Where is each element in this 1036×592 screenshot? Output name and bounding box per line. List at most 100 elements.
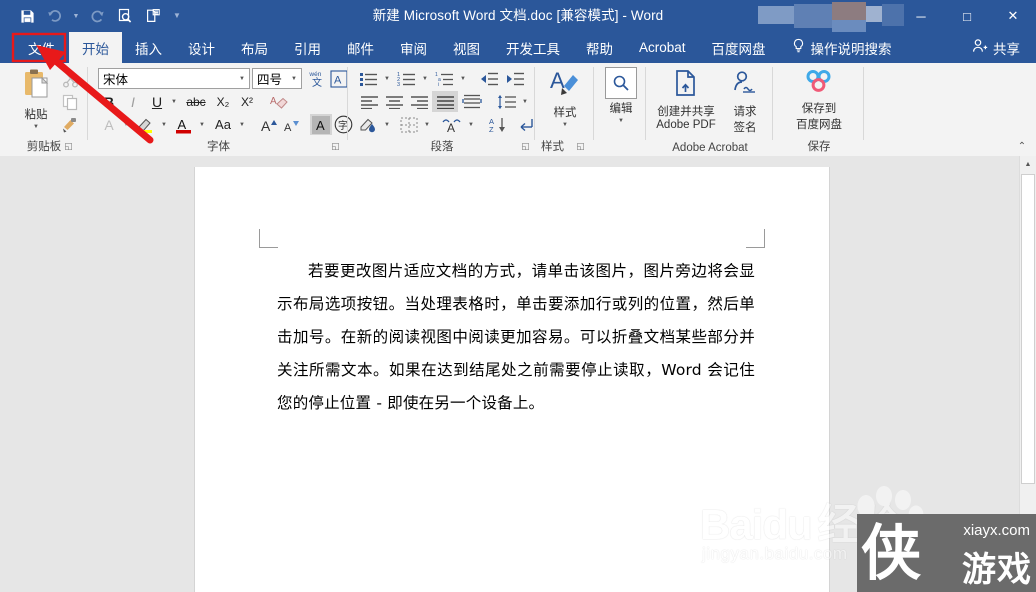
- tab-acrobat[interactable]: Acrobat: [626, 32, 699, 63]
- line-spacing-caret-icon[interactable]: ▼: [519, 91, 531, 112]
- redo-icon[interactable]: [84, 3, 110, 29]
- multilevel-list-button[interactable]: 1ai: [433, 68, 457, 89]
- tell-me-box[interactable]: 操作说明搜索: [779, 32, 905, 63]
- text-effects-button[interactable]: A: [98, 114, 120, 135]
- save-icon[interactable]: [14, 3, 40, 29]
- bullets-caret-icon[interactable]: ▼: [381, 68, 393, 89]
- save-to-baidu-netdisk-button[interactable]: 保存到 百度网盘: [786, 69, 852, 132]
- bullets-button[interactable]: [357, 68, 381, 89]
- create-and-share-pdf-button[interactable]: 创建并共享 Adobe PDF: [651, 68, 721, 131]
- close-button[interactable]: ✕: [990, 0, 1036, 32]
- document-body-text[interactable]: 若要更改图片适应文档的方式，请单击该图片，图片旁边将会显示布局选项按钮。当处理表…: [277, 255, 755, 420]
- font-color-caret-icon[interactable]: ▼: [196, 114, 208, 135]
- superscript-label: X²: [241, 94, 253, 109]
- print-preview-icon[interactable]: [112, 3, 138, 29]
- styles-button[interactable]: A 样式 ▼: [543, 67, 587, 128]
- quick-print-icon[interactable]: [140, 3, 166, 29]
- maximize-button[interactable]: □: [944, 0, 990, 32]
- tab-baidu-netdisk[interactable]: 百度网盘: [699, 32, 779, 63]
- font-name-caret-icon[interactable]: ▼: [235, 76, 249, 82]
- borders-button[interactable]: [397, 114, 421, 135]
- overlay-label: 游戏: [962, 551, 1032, 589]
- align-right-button[interactable]: [407, 91, 431, 112]
- ribbon-tabs: 文件 开始 插入 设计 布局 引用 邮件 审阅 视图 开发工具 帮助 Acrob…: [14, 32, 905, 63]
- font-size-input[interactable]: 四号 ▼: [252, 68, 302, 89]
- watermark-brand: Baidu: [700, 501, 813, 548]
- styles-dialog-launcher[interactable]: ◱: [574, 140, 587, 153]
- borders-caret-icon[interactable]: ▼: [421, 114, 433, 135]
- undo-dropdown-caret[interactable]: ▼: [70, 3, 82, 29]
- tab-developer[interactable]: 开发工具: [493, 32, 573, 63]
- char-border-button[interactable]: A: [328, 68, 349, 89]
- tab-file[interactable]: 文件: [14, 32, 69, 63]
- change-case-button[interactable]: Aa: [210, 114, 236, 135]
- highlight-color-button[interactable]: [134, 114, 158, 135]
- highlight-caret-icon[interactable]: ▼: [158, 114, 170, 135]
- editing-button[interactable]: 编辑 ▼: [601, 67, 641, 124]
- tab-mailings[interactable]: 邮件: [334, 32, 387, 63]
- tab-home[interactable]: 开始: [69, 32, 122, 63]
- font-name-input[interactable]: 宋体 ▼: [98, 68, 250, 89]
- phonetic-guide-button[interactable]: wén 文: [305, 68, 326, 89]
- collapse-ribbon-button[interactable]: ⌃: [1012, 140, 1032, 154]
- cut-button[interactable]: [58, 68, 82, 90]
- paste-button[interactable]: 粘贴 ▼: [10, 67, 62, 130]
- minimize-button[interactable]: ─: [898, 0, 944, 32]
- tab-review[interactable]: 审阅: [387, 32, 440, 63]
- superscript-button[interactable]: X²: [235, 91, 259, 112]
- request-signature-button[interactable]: 请求 签名: [723, 68, 767, 135]
- underline-button[interactable]: U: [146, 91, 168, 112]
- editing-caret-icon[interactable]: ▼: [618, 118, 624, 124]
- tab-insert[interactable]: 插入: [122, 32, 175, 63]
- shading-button[interactable]: [357, 114, 381, 135]
- clipboard-dialog-launcher[interactable]: ◱: [62, 140, 75, 153]
- ribbon-group-paragraph: ▼ 123 ▼ 1ai ▼ ▼ ▼ ▼ A ▼ A Z 段落 ◱: [349, 63, 535, 156]
- grow-font-button[interactable]: A: [259, 114, 281, 135]
- font-color-button[interactable]: A: [172, 114, 196, 135]
- italic-button[interactable]: I: [122, 91, 144, 112]
- scroll-up-arrow-icon[interactable]: ▲: [1020, 156, 1036, 173]
- svg-text:A: A: [316, 118, 325, 133]
- bold-button[interactable]: B: [98, 91, 120, 112]
- distribute-button[interactable]: [459, 91, 485, 112]
- paragraph-dialog-launcher[interactable]: ◱: [519, 140, 532, 153]
- tab-view[interactable]: 视图: [440, 32, 493, 63]
- undo-icon[interactable]: [42, 3, 68, 29]
- scrollbar-thumb[interactable]: [1021, 174, 1035, 484]
- font-dialog-launcher[interactable]: ◱: [329, 140, 342, 153]
- overlay-glyph: 侠: [861, 519, 921, 589]
- xiayx-overlay-box: 侠 xiayx.com 游戏: [857, 514, 1036, 592]
- share-button[interactable]: 共享: [966, 38, 1026, 58]
- customize-qat-icon[interactable]: ▼: [168, 3, 186, 29]
- decrease-indent-button[interactable]: [477, 68, 501, 89]
- font-size-caret-icon[interactable]: ▼: [287, 76, 301, 82]
- numbering-button[interactable]: 123: [395, 68, 419, 89]
- increase-indent-button[interactable]: [503, 68, 527, 89]
- tab-references[interactable]: 引用: [281, 32, 334, 63]
- tab-design[interactable]: 设计: [175, 32, 228, 63]
- underline-caret-icon[interactable]: ▼: [168, 91, 180, 112]
- align-center-button[interactable]: [382, 91, 406, 112]
- justify-button[interactable]: [432, 91, 458, 112]
- copy-button[interactable]: [58, 91, 82, 113]
- shrink-font-button[interactable]: A: [281, 114, 303, 135]
- sort-button[interactable]: AZ: [485, 114, 511, 135]
- char-shading-button[interactable]: A: [310, 114, 332, 135]
- line-spacing-button[interactable]: [495, 91, 519, 112]
- styles-caret-icon[interactable]: ▼: [562, 122, 568, 128]
- align-left-button[interactable]: [357, 91, 381, 112]
- format-painter-button[interactable]: [58, 114, 82, 136]
- paste-caret-icon[interactable]: ▼: [33, 124, 39, 130]
- tab-layout[interactable]: 布局: [228, 32, 281, 63]
- text-effects-caret-icon[interactable]: ▼: [120, 114, 132, 135]
- strikethrough-button[interactable]: abc: [182, 91, 210, 112]
- change-case-caret-icon[interactable]: ▼: [236, 114, 248, 135]
- clear-formatting-button[interactable]: A: [267, 91, 291, 112]
- multilevel-caret-icon[interactable]: ▼: [457, 68, 469, 89]
- numbering-caret-icon[interactable]: ▼: [419, 68, 431, 89]
- tab-help[interactable]: 帮助: [573, 32, 626, 63]
- asian-layout-caret-icon[interactable]: ▼: [465, 114, 477, 135]
- subscript-button[interactable]: X₂: [211, 91, 235, 112]
- shading-caret-icon[interactable]: ▼: [381, 114, 393, 135]
- asian-layout-button[interactable]: A: [439, 114, 465, 135]
